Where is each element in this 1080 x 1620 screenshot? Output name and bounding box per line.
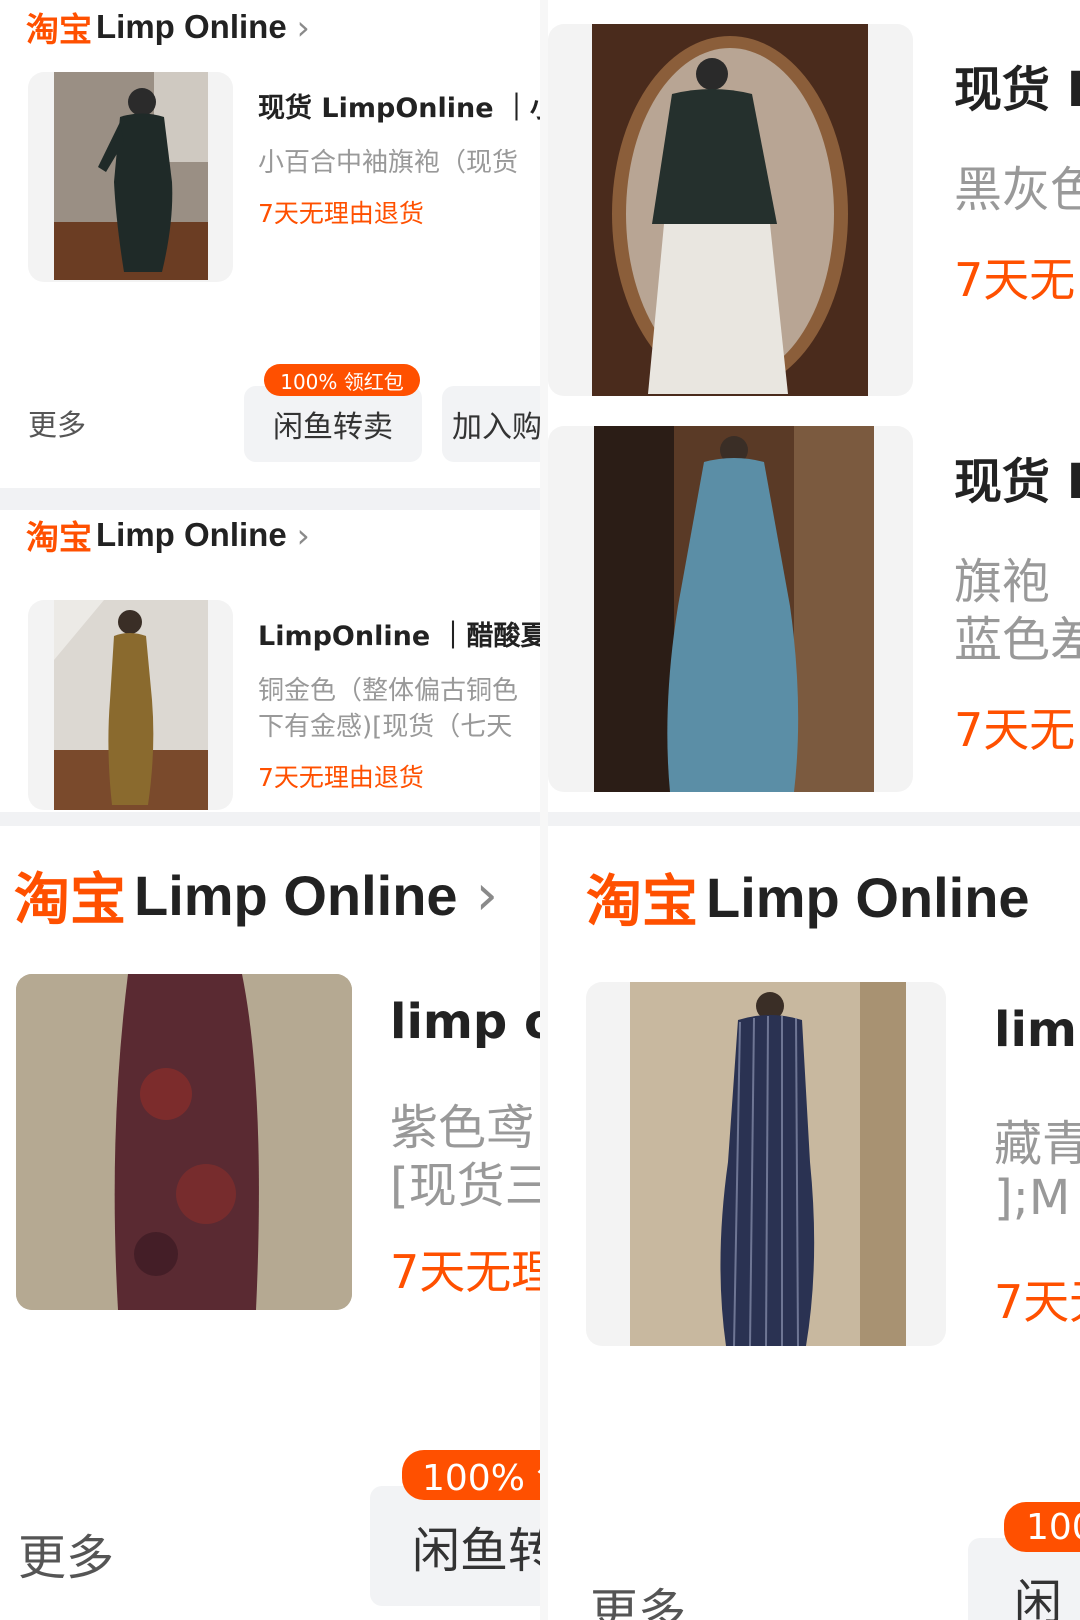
add-to-cart-label: 加入购 <box>452 410 540 445</box>
divider-vertical <box>540 0 548 1620</box>
product-title[interactable]: limp on <box>390 994 540 1050</box>
return-policy-tag: 7天无理 <box>390 1245 540 1299</box>
product-thumbnail[interactable] <box>586 982 946 1346</box>
product-thumbnail[interactable] <box>28 72 233 282</box>
product-photo <box>592 24 868 396</box>
divider-horizontal-top <box>0 488 540 510</box>
shop-name: Limp Online <box>96 516 287 553</box>
product-title[interactable]: 现货 L <box>954 442 1080 512</box>
shop-header[interactable]: 淘宝 Limp Online › <box>26 512 310 558</box>
product-thumbnail[interactable] <box>16 974 352 1310</box>
product-thumbnail[interactable] <box>548 426 913 792</box>
shop-header[interactable]: 淘宝 Limp Online › <box>26 4 310 50</box>
add-to-cart-button[interactable]: 加入购 <box>442 386 540 462</box>
store-card: 淘宝 Limp Online › 现货 LimpOnline ｜小 小百合中袖旗… <box>0 0 540 488</box>
resell-button-label: 闲鱼转 <box>412 1523 540 1579</box>
more-link[interactable]: 更多 <box>28 402 86 444</box>
product-subtitle: 黑灰色 <box>954 162 1080 218</box>
shop-header[interactable]: 淘宝 Limp Online <box>586 862 1030 935</box>
product-photo <box>54 72 208 280</box>
return-policy-tag: 7天无 <box>954 703 1076 757</box>
shop-name: Limp Online <box>706 865 1030 929</box>
red-packet-badge: 100% 领红包 <box>264 364 420 396</box>
shop-name: Limp Online <box>134 863 458 927</box>
product-photo <box>630 982 906 1346</box>
chevron-right-icon: › <box>475 862 498 928</box>
product-photo <box>16 974 352 1310</box>
red-packet-badge: 100 <box>1004 1502 1080 1552</box>
red-packet-badge: 100% 领 <box>402 1450 540 1500</box>
product-subtitle-line2: [现货三 <box>390 1158 540 1214</box>
product-subtitle-line2: 蓝色差 <box>954 612 1080 668</box>
product-subtitle: 小百合中袖旗袍（现货 <box>258 148 519 178</box>
shop-header[interactable]: 淘宝 Limp Online › <box>14 860 498 933</box>
product-subtitle-line2: ];M <box>994 1170 1071 1226</box>
product-subtitle: 藏青 <box>994 1116 1080 1172</box>
store-card: 淘宝 Limp Online › limp on 紫色鸢 [现货三 7天无理 更… <box>0 826 540 1620</box>
resell-button[interactable]: 闲鱼转 <box>370 1486 540 1606</box>
store-card: 淘宝 Limp Online limp 藏青 ];M 7天无 更多 闲 100 <box>548 826 1080 1620</box>
store-card: 现货 L 旗袍 蓝色差 7天无 <box>548 412 1080 812</box>
resell-button-label: 闲 <box>1014 1575 1063 1620</box>
product-thumbnail[interactable] <box>548 24 913 396</box>
taobao-logo: 淘宝 <box>26 10 92 49</box>
product-photo <box>594 426 874 792</box>
product-photo <box>54 600 208 810</box>
resell-button-label: 闲鱼转卖 <box>273 410 393 445</box>
taobao-logo: 淘宝 <box>14 867 126 933</box>
product-subtitle-line2: 下有金感)[现货（七天 <box>258 712 513 742</box>
taobao-logo: 淘宝 <box>586 869 698 935</box>
product-title[interactable]: limp <box>994 1002 1080 1058</box>
return-policy-tag: 7天无 <box>954 253 1076 307</box>
product-thumbnail[interactable] <box>28 600 233 810</box>
product-title[interactable]: LimpOnline ｜醋酸夏 <box>258 614 540 653</box>
product-title[interactable]: 现货 LimpOnline ｜小 <box>258 86 540 125</box>
resell-button[interactable]: 闲鱼转卖 <box>244 386 422 462</box>
chevron-right-icon: › <box>296 7 310 47</box>
more-link[interactable]: 更多 <box>590 1572 686 1620</box>
more-link[interactable]: 更多 <box>18 1518 114 1588</box>
return-policy-tag: 7天无理由退货 <box>258 199 424 228</box>
chevron-right-icon: › <box>296 515 310 555</box>
return-policy-tag: 7天无理由退货 <box>258 763 424 792</box>
shop-name: Limp Online <box>96 8 287 45</box>
store-card: 淘宝 Limp Online › LimpOnline ｜醋酸夏 铜金色（整体偏… <box>0 510 540 812</box>
product-title[interactable]: 现货 L <box>954 50 1080 120</box>
taobao-logo: 淘宝 <box>26 518 92 557</box>
store-card: 现货 L 黑灰色 7天无 <box>548 0 1080 412</box>
product-subtitle: 铜金色（整体偏古铜色 <box>258 676 519 706</box>
return-policy-tag: 7天无 <box>994 1275 1080 1329</box>
